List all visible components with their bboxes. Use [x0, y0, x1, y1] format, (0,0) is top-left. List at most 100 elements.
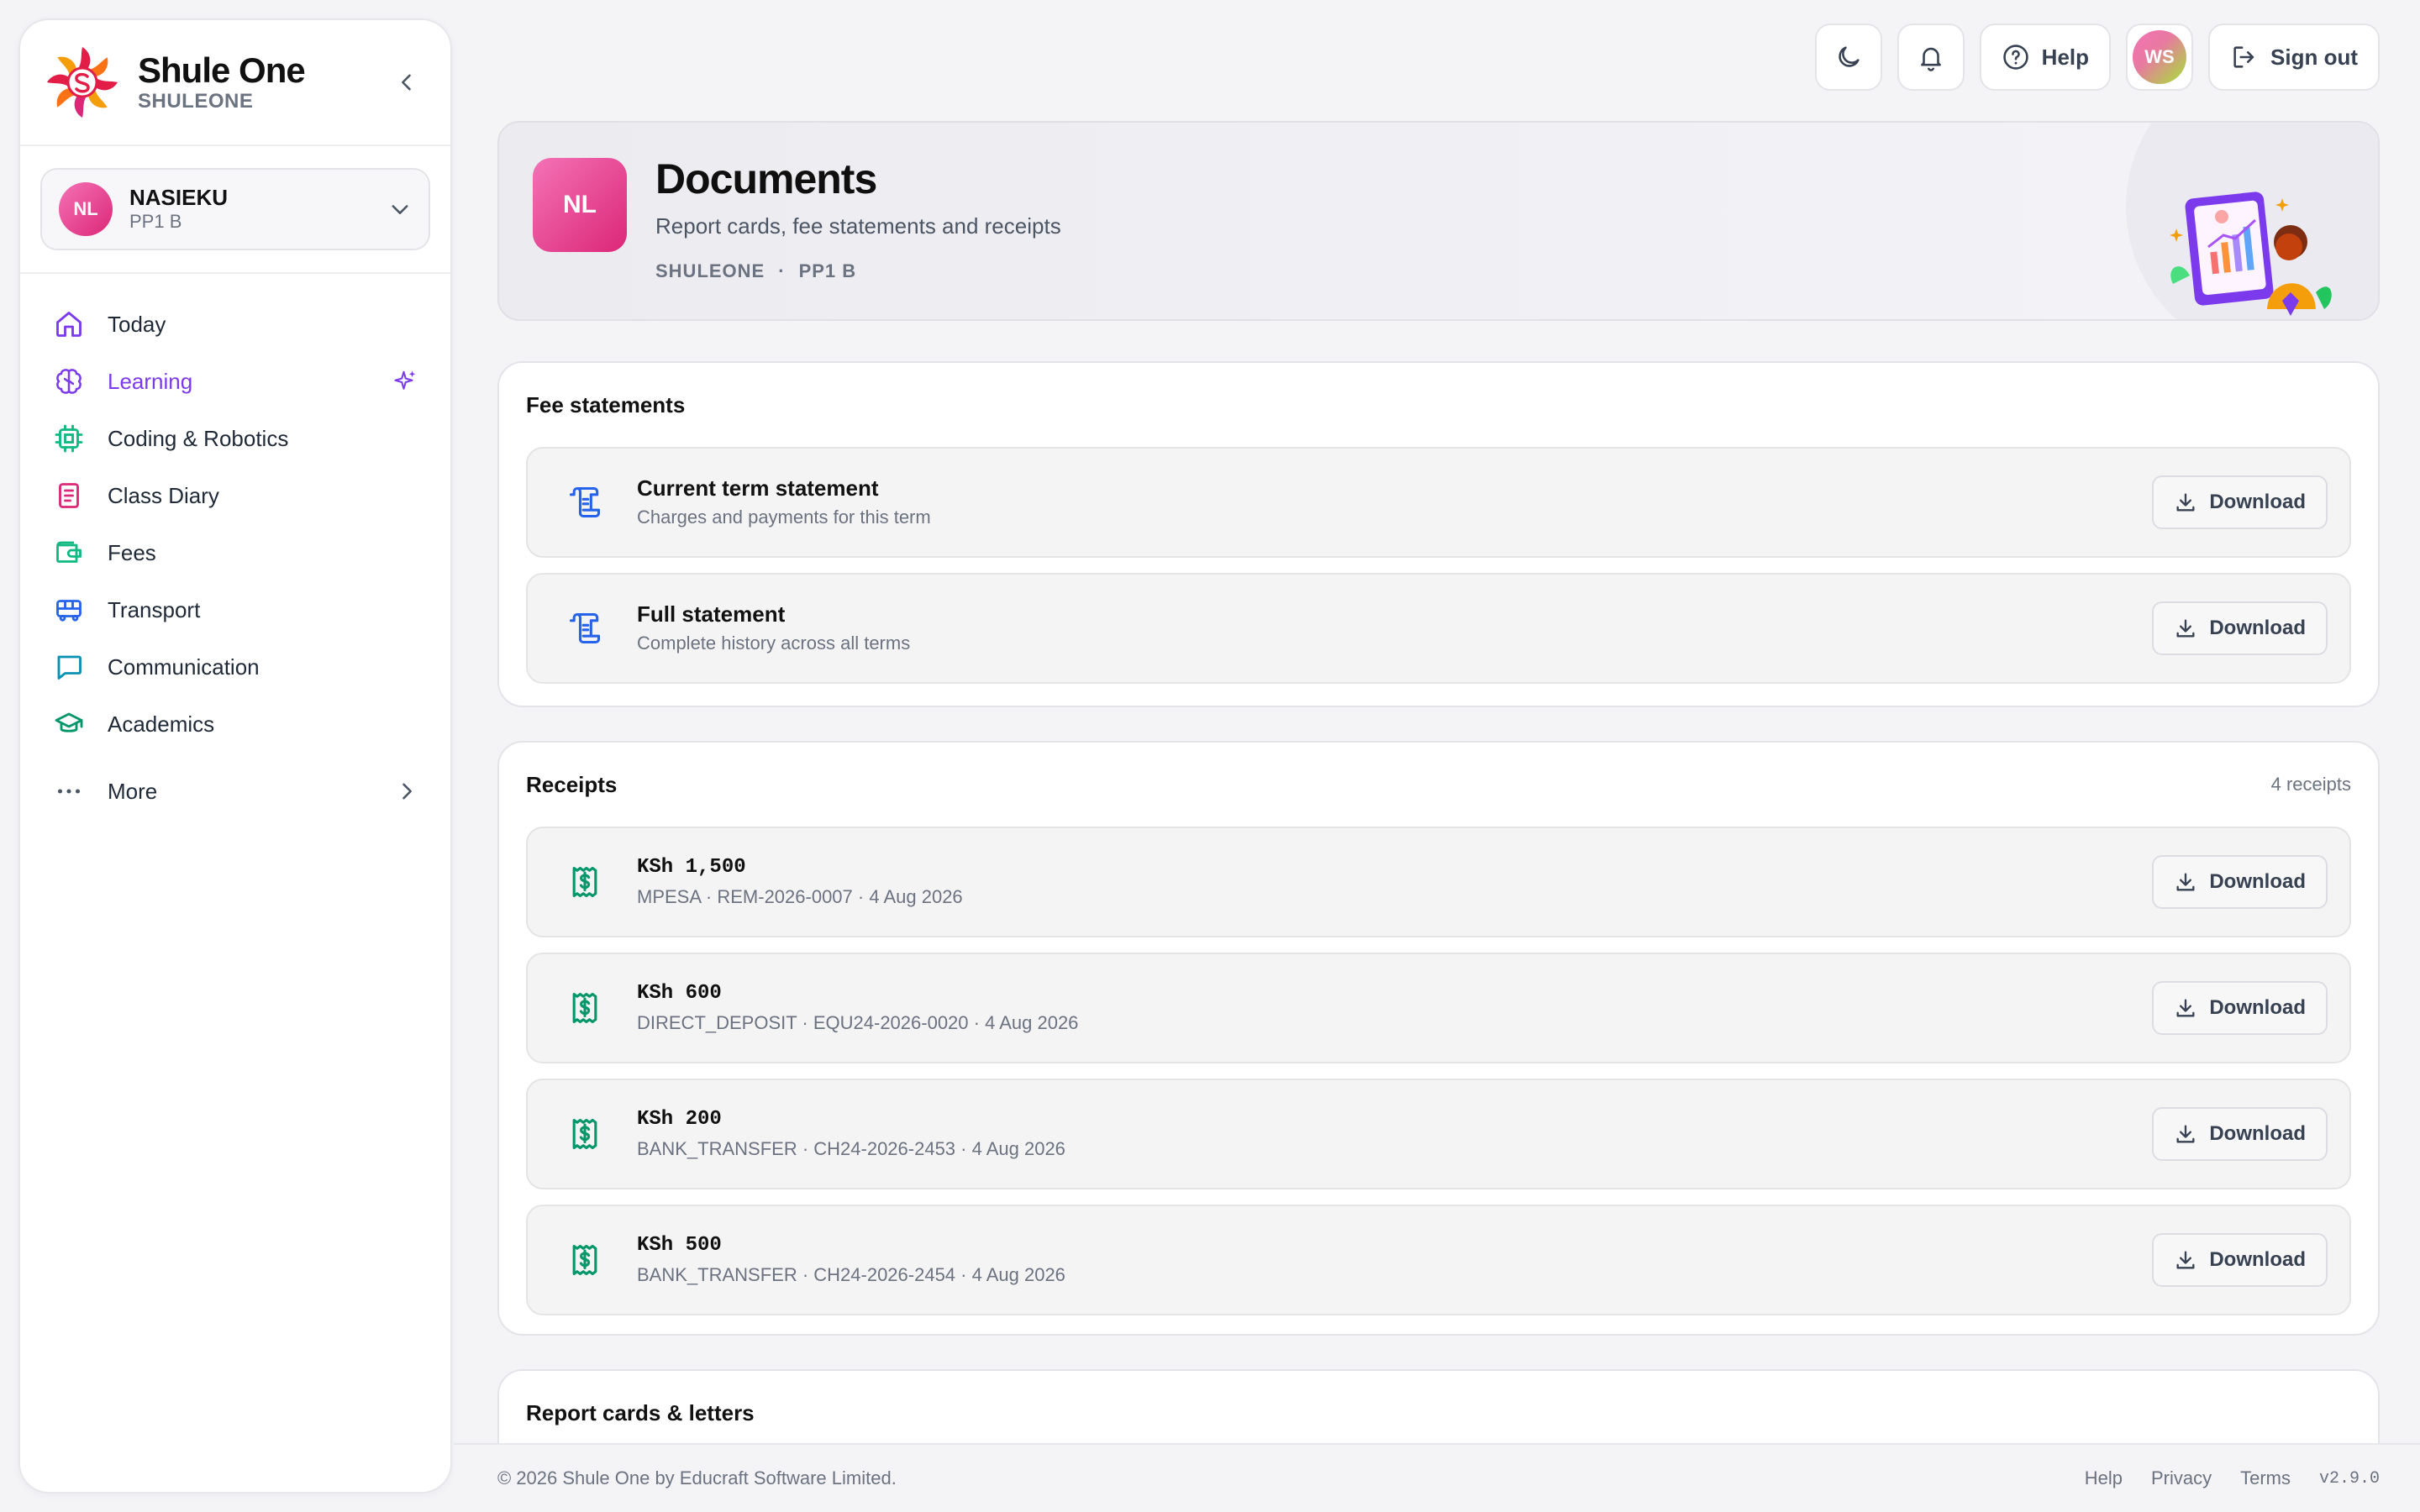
receipt-meta: BANK_TRANSFER · CH24-2026-2453 · 4 Aug 2…	[637, 1138, 1065, 1159]
page-subtitle: Report cards, fee statements and receipt…	[655, 213, 1061, 239]
sidebar-item-class-diary[interactable]: Class Diary	[39, 467, 432, 524]
list-item: KSh 200 BANK_TRANSFER · CH24-2026-2453 ·…	[526, 1079, 2351, 1189]
class-name: PP1 B	[798, 260, 857, 281]
more-dots-icon	[52, 774, 86, 808]
notifications-button[interactable]	[1897, 24, 1965, 91]
top-bar: Help WS Sign out	[1814, 24, 2380, 91]
moon-icon	[1838, 46, 1860, 67]
student-switcher[interactable]: NL NASIEKU PP1 B	[40, 168, 430, 250]
sidebar: Shule One SHULEONE NL NASIEKU PP1 B Toda…	[18, 18, 452, 1494]
sparkles-icon	[393, 369, 418, 394]
download-icon	[2176, 1251, 2195, 1269]
download-icon	[2176, 999, 2195, 1017]
receipt-scroll-icon	[561, 479, 608, 526]
theme-toggle-button[interactable]	[1814, 24, 1882, 91]
download-receipt-button[interactable]: Download	[2152, 1233, 2328, 1287]
list-item: Full statement Complete history across a…	[526, 573, 2351, 684]
download-icon	[2176, 873, 2195, 891]
footer-link-help[interactable]: Help	[2085, 1467, 2123, 1489]
student-avatar-large: NL	[533, 158, 627, 252]
download-icon	[2176, 619, 2195, 638]
bell-icon	[1920, 47, 1941, 71]
page-meta: SHULEONE · PP1 B	[655, 260, 856, 282]
brain-icon	[52, 365, 86, 398]
collapse-sidebar-button[interactable]	[387, 62, 427, 102]
tenant-name: SHULEONE	[138, 90, 254, 113]
page-title: Documents	[655, 155, 877, 202]
download-current-statement-button[interactable]: Download	[2152, 475, 2328, 529]
receipts-count: 4 receipts	[2270, 774, 2351, 795]
sidebar-item-academics[interactable]: Academics	[39, 696, 432, 753]
receipt-meta: DIRECT_DEPOSIT · EQU24-2026-0020 · 4 Aug…	[637, 1012, 1079, 1033]
chevron-left-icon	[402, 74, 411, 91]
download-label: Download	[2209, 996, 2306, 1019]
sign-out-label: Sign out	[2270, 44, 2358, 70]
sidebar-item-more[interactable]: More	[39, 763, 432, 820]
log-out-icon	[2233, 46, 2254, 68]
chevron-right-icon	[395, 780, 418, 803]
shule-one-logo-icon	[44, 44, 121, 121]
user-menu-button[interactable]: WS	[2126, 24, 2194, 91]
sidebar-item-label: More	[108, 778, 158, 804]
sidebar-item-label: Learning	[108, 368, 193, 394]
sidebar-item-communication[interactable]: Communication	[39, 638, 432, 696]
sign-out-button[interactable]: Sign out	[2208, 24, 2380, 91]
receipts-section: Receipts 4 receipts KSh 1,500 MPESA · RE…	[497, 741, 2380, 1336]
footer-link-terms[interactable]: Terms	[2240, 1467, 2291, 1489]
section-title: Report cards & letters	[526, 1399, 755, 1425]
download-label: Download	[2209, 617, 2306, 639]
statement-description: Charges and payments for this term	[637, 507, 931, 528]
help-label: Help	[2041, 44, 2090, 70]
download-receipt-button[interactable]: Download	[2152, 981, 2328, 1035]
list-item: KSh 1,500 MPESA · REM-2026-0007 · 4 Aug …	[526, 827, 2351, 937]
sidebar-item-label: Class Diary	[108, 482, 219, 508]
help-circle-icon	[2002, 45, 2028, 70]
receipt-amount: KSh 1,500	[637, 856, 746, 879]
home-icon	[52, 307, 86, 341]
download-icon	[2176, 1125, 2195, 1143]
sidebar-item-label: Academics	[108, 711, 215, 737]
section-title: Fee statements	[526, 391, 686, 417]
download-icon	[2176, 493, 2195, 512]
help-button[interactable]: Help	[1979, 24, 2112, 91]
footer-link-privacy[interactable]: Privacy	[2151, 1467, 2212, 1489]
school-name: SHULEONE	[655, 260, 765, 281]
sidebar-item-label: Transport	[108, 596, 201, 622]
sidebar-item-learning[interactable]: Learning	[39, 353, 432, 410]
sidebar-item-label: Communication	[108, 654, 260, 680]
cpu-icon	[52, 422, 86, 455]
download-full-statement-button[interactable]: Download	[2152, 601, 2328, 655]
student-avatar: NL	[59, 182, 113, 236]
user-avatar: WS	[2133, 30, 2187, 84]
sidebar-item-label: Coding & Robotics	[108, 425, 289, 451]
fee-statements-section: Fee statements Current term statement Ch…	[497, 361, 2380, 707]
dollar-receipt-icon	[561, 1236, 608, 1284]
message-icon	[52, 650, 86, 684]
download-label: Download	[2209, 491, 2306, 513]
sidebar-item-label: Fees	[108, 539, 156, 565]
download-label: Download	[2209, 1248, 2306, 1271]
download-receipt-button[interactable]: Download	[2152, 1107, 2328, 1161]
download-receipt-button[interactable]: Download	[2152, 855, 2328, 909]
download-label: Download	[2209, 1122, 2306, 1145]
wallet-icon	[52, 536, 86, 570]
app-version: v2.9.0	[2318, 1468, 2380, 1488]
copyright-text: © 2026 Shule One by Educraft Software Li…	[497, 1467, 897, 1488]
receipt-scroll-icon	[561, 605, 608, 652]
download-label: Download	[2209, 870, 2306, 893]
app-name: Shule One	[138, 50, 306, 90]
sidebar-item-fees[interactable]: Fees	[39, 524, 432, 581]
brand-header: Shule One SHULEONE	[20, 20, 450, 146]
section-title: Receipts	[526, 771, 618, 797]
statement-title: Full statement	[637, 601, 786, 627]
bus-icon	[52, 593, 86, 627]
sidebar-item-today[interactable]: Today	[39, 296, 432, 353]
dollar-receipt-icon	[561, 858, 608, 906]
receipt-meta: BANK_TRANSFER · CH24-2026-2454 · 4 Aug 2…	[637, 1264, 1065, 1285]
documents-illustration	[2156, 183, 2341, 318]
sidebar-item-coding-robotics[interactable]: Coding & Robotics	[39, 410, 432, 467]
list-item: Current term statement Charges and payme…	[526, 447, 2351, 558]
chevron-down-icon	[392, 205, 408, 214]
sidebar-item-transport[interactable]: Transport	[39, 581, 432, 638]
receipt-amount: KSh 500	[637, 1234, 722, 1257]
